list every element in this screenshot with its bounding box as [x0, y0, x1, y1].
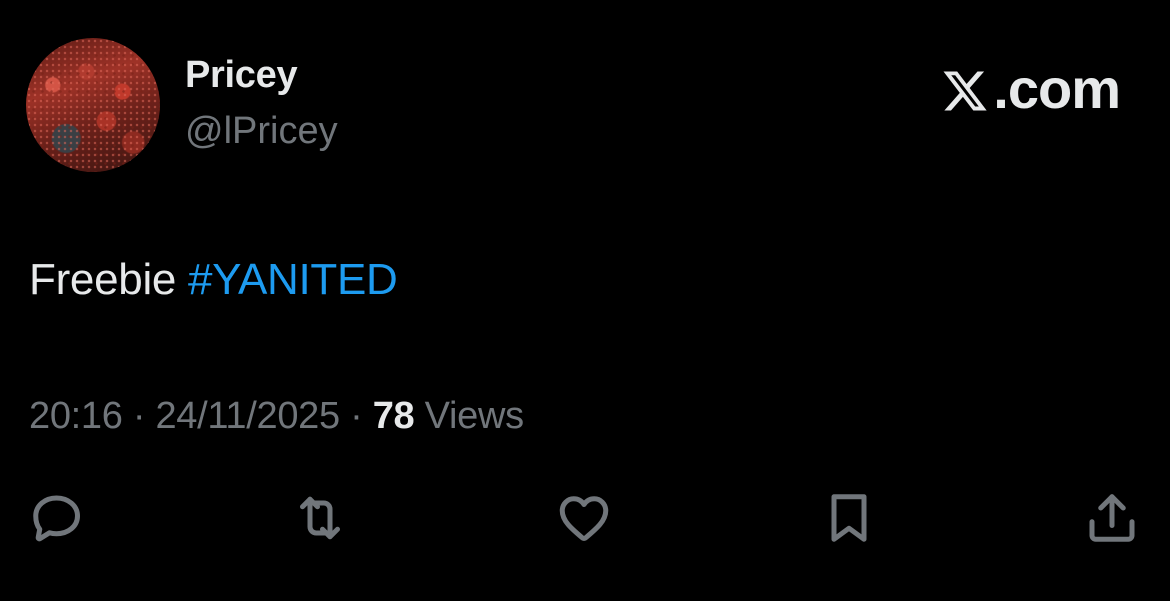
- bookmark-button[interactable]: [817, 486, 881, 550]
- meta-separator: ·: [122, 395, 156, 437]
- share-button[interactable]: [1080, 486, 1144, 550]
- tweet-meta: 20:16 · 24/11/2025 · 78 Views: [29, 395, 524, 438]
- share-icon: [1089, 494, 1135, 542]
- tweet-date[interactable]: 24/11/2025: [155, 395, 340, 437]
- views-label[interactable]: Views: [414, 395, 524, 437]
- brand-domain-label: .com: [993, 57, 1121, 120]
- author-display-name[interactable]: Pricey: [185, 54, 298, 97]
- like-button[interactable]: [552, 486, 616, 550]
- tweet-body: Freebie: [29, 255, 189, 304]
- hashtag-link[interactable]: #YANITED: [188, 255, 398, 304]
- views-count[interactable]: 78: [373, 395, 415, 437]
- tweet-time[interactable]: 20:16: [29, 395, 123, 437]
- author-handle[interactable]: @lPricey: [185, 110, 338, 153]
- reply-icon: [33, 495, 80, 542]
- tweet-text: Freebie #YANITED: [29, 255, 398, 305]
- repost-button[interactable]: [288, 486, 352, 550]
- bookmark-icon: [831, 494, 867, 542]
- repost-icon: [300, 496, 340, 540]
- meta-separator: ·: [339, 395, 373, 437]
- heart-icon: [559, 496, 609, 541]
- avatar[interactable]: [26, 38, 160, 172]
- action-bar: [0, 486, 1170, 550]
- reply-button[interactable]: [25, 486, 89, 550]
- x-logo-icon: [943, 71, 987, 110]
- brand-watermark: .com: [941, 56, 1121, 121]
